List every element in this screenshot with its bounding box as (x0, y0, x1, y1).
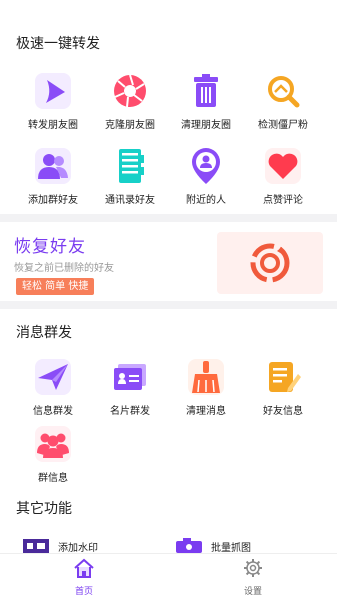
section-divider (0, 214, 337, 222)
grid-item-nearby-people[interactable]: 附近的人 (164, 147, 248, 206)
other-label: 批量抓图 (211, 542, 251, 554)
grid-label: 好友信息 (263, 406, 303, 417)
grid-item-like-comment[interactable]: 点赞评论 (241, 147, 325, 206)
tab-settings[interactable]: 设置 (213, 558, 293, 597)
grid-label: 克隆朋友圈 (105, 120, 155, 131)
grid-item-add-group-friends[interactable]: 添加群好友 (11, 147, 95, 206)
banner-title: 恢复好友 (14, 237, 86, 257)
banner-subtitle: 恢复之前已删除的好友 (14, 263, 114, 274)
paper-plane-icon (34, 358, 72, 396)
grid-label: 清理消息 (186, 406, 226, 417)
grid-label: 信息群发 (33, 406, 73, 417)
grid-item-clean-moments[interactable]: 清理朋友圈 (164, 72, 248, 131)
aperture-icon (111, 72, 149, 110)
grid-label: 清理朋友圈 (181, 120, 231, 131)
grid-item-detect-zombie[interactable]: 检测僵尸粉 (241, 72, 325, 131)
banner-tag: 轻松 简单 快捷 (16, 278, 95, 295)
heart-icon (264, 147, 302, 185)
grid-item-message-broadcast[interactable]: 信息群发 (11, 358, 95, 417)
tab-label: 首页 (74, 587, 93, 597)
bottom-tab-bar: 首页 设置 (0, 553, 337, 600)
grid-label: 检测僵尸粉 (258, 120, 308, 131)
broom-icon (187, 358, 225, 396)
trash-icon (187, 72, 225, 110)
grid-item-contacts-friends[interactable]: 通讯录好友 (88, 147, 172, 206)
contacts-book-icon (111, 147, 149, 185)
location-person-icon (187, 147, 225, 185)
tab-home[interactable]: 首页 (44, 558, 124, 597)
note-edit-icon (264, 358, 302, 396)
card-icon (111, 358, 149, 396)
grid-item-clone-moments[interactable]: 克隆朋友圈 (88, 72, 172, 131)
play-icon (34, 72, 72, 110)
grid-label: 群信息 (38, 473, 68, 484)
other-label: 添加水印 (58, 542, 98, 554)
grid-label: 点赞评论 (263, 195, 303, 206)
section-divider (0, 301, 337, 309)
grid-label: 名片群发 (110, 406, 150, 417)
group-icon (34, 425, 72, 463)
section-title-quick: 极速一键转发 (16, 36, 100, 52)
search-icon (264, 72, 302, 110)
grid-item-clean-messages[interactable]: 清理消息 (164, 358, 248, 417)
people-icon (34, 147, 72, 185)
grid-label: 附近的人 (186, 195, 226, 206)
grid-label: 通讯录好友 (105, 195, 155, 206)
home-icon (73, 558, 95, 582)
grid-label: 添加群好友 (28, 195, 78, 206)
section-title-message: 消息群发 (16, 325, 72, 341)
gear-icon (243, 558, 263, 582)
tab-label: 设置 (243, 587, 262, 597)
grid-item-forward-moments[interactable]: 转发朋友圈 (11, 72, 95, 131)
recover-icon (217, 232, 323, 294)
section-title-other: 其它功能 (16, 501, 72, 517)
grid-item-friend-info[interactable]: 好友信息 (241, 358, 325, 417)
grid-item-card-broadcast[interactable]: 名片群发 (88, 358, 172, 417)
grid-item-group-info[interactable]: 群信息 (11, 425, 95, 484)
grid-label: 转发朋友圈 (28, 120, 78, 131)
